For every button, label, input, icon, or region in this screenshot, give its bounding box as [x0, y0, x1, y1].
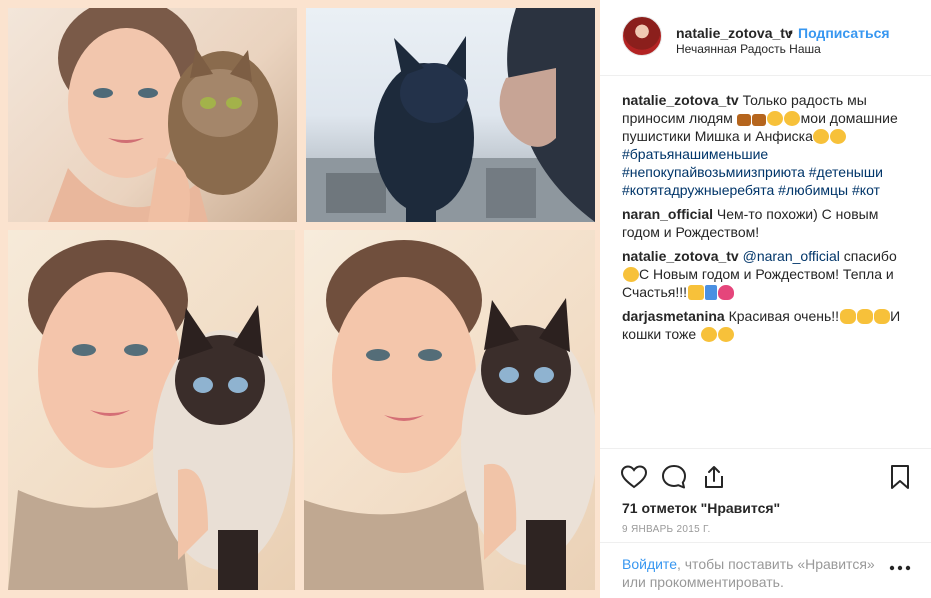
cat-emoji-icon [767, 111, 784, 126]
comment-username[interactable]: darjasmetanina [622, 308, 725, 324]
comment-username[interactable]: natalie_zotova_tv [622, 92, 739, 108]
header-username[interactable]: natalie_zotova_tv [676, 25, 793, 41]
clap-emoji-icon [873, 309, 890, 324]
heart-eyes-emoji-icon [717, 327, 734, 342]
comment-caption: natalie_zotova_tv Только радость мы прин… [622, 91, 912, 199]
avatar[interactable] [622, 16, 662, 56]
header-separator-dot: • [788, 24, 793, 40]
clap-emoji-icon [839, 309, 856, 324]
comment-text: С Новым годом и Рождеством! Тепла и Счас… [622, 266, 894, 300]
bookmark-icon[interactable] [886, 463, 914, 491]
kiss-emoji-icon [717, 285, 734, 300]
post-header: natalie_zotova_tv • Подписаться Нечаянна… [600, 0, 931, 76]
comment-username[interactable]: naran_official [622, 206, 713, 222]
mention-link[interactable]: @naran_official [743, 248, 840, 264]
location-link[interactable]: Нечаянная Радость Наша [676, 42, 821, 56]
post-photo[interactable] [0, 0, 600, 598]
comment-username[interactable]: natalie_zotova_tv [622, 248, 739, 264]
comment-item: natalie_zotova_tv @naran_official спасиб… [622, 247, 912, 301]
collage-photo-woman-with-siamese-cat-right [304, 230, 595, 590]
smile-emoji-icon [813, 129, 830, 144]
collage-photo-woman-with-tabby-cat [8, 8, 297, 222]
login-link[interactable]: Войдите [622, 556, 677, 572]
comment-item: naran_official Чем-то похожи) С новым го… [622, 205, 912, 241]
yellow-heart-emoji-icon [687, 285, 704, 300]
clap-emoji-icon [856, 309, 873, 324]
smile-emoji-icon [622, 267, 639, 282]
follow-button[interactable]: Подписаться [798, 25, 890, 41]
hashtag-links[interactable]: #братьянашименьшие #непокупайвозьмиизпри… [622, 145, 912, 199]
music-note-emoji-icon [704, 285, 717, 300]
share-arrow-icon[interactable] [700, 463, 728, 491]
more-options-icon[interactable] [888, 563, 912, 573]
dog-emoji-icon [737, 114, 752, 126]
heart-eyes-emoji-icon [700, 327, 717, 342]
speech-bubble-icon[interactable] [660, 463, 688, 491]
dog-emoji-icon [752, 114, 767, 126]
comment-text: Красивая очень!! [728, 308, 840, 324]
comment-text: спасибо [843, 248, 897, 264]
post-date[interactable]: 9 ЯНВАРЬ 2015 Г. [622, 524, 711, 535]
post-side-panel: natalie_zotova_tv • Подписаться Нечаянна… [600, 0, 931, 598]
likes-count[interactable]: 71 отметок "Нравится" [622, 500, 780, 516]
comment-list: natalie_zotova_tv Только радость мы прин… [622, 91, 912, 349]
smile-emoji-icon [830, 129, 847, 144]
collage-photo-woman-with-siamese-cat-left [8, 230, 295, 590]
heart-outline-icon[interactable] [620, 463, 648, 491]
cat-emoji-icon [784, 111, 801, 126]
action-bar [600, 448, 931, 508]
login-prompt: Войдите, чтобы поставить «Нравится» или … [600, 542, 931, 598]
comment-item: darjasmetanina Красивая очень!! И кошки т… [622, 307, 912, 343]
login-text-block: Войдите, чтобы поставить «Нравится» или … [622, 555, 882, 591]
collage-photo-cat-silhouette [306, 8, 595, 222]
